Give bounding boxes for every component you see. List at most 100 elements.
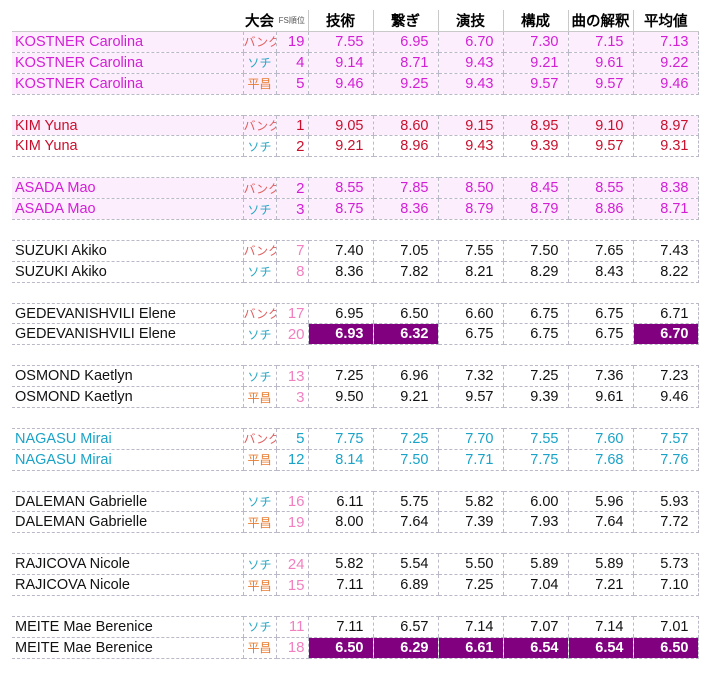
average-score: 8.71 (632, 198, 699, 221)
interpretation-score: 7.15 (567, 31, 633, 53)
competition-label: バンク (242, 302, 276, 325)
average-score: 7.01 (632, 615, 699, 638)
fs-rank: 19 (275, 511, 308, 534)
composition-score: 5.89 (502, 553, 568, 576)
average-score: 6.71 (632, 302, 699, 325)
fs-rank: 1 (275, 114, 308, 137)
skater-row: RAJICOVA Nicole ソチ 24 5.82 5.54 5.50 5.89 5.89 5… (12, 553, 699, 576)
average-score: 7.72 (632, 511, 699, 534)
performance-score: 8.21 (437, 260, 503, 283)
transitions-score: 9.25 (372, 72, 438, 95)
technique-score: 6.50 (307, 636, 373, 659)
skater-row: KOSTNER Carolina ソチ 4 9.14 8.71 9.43 9.21 9.61 9… (12, 51, 699, 74)
performance-score: 6.61 (437, 636, 503, 659)
skater-name: MEITE Mae Berenice (12, 615, 243, 638)
average-score: 7.10 (632, 574, 699, 597)
transitions-score: 6.89 (372, 574, 438, 597)
interpretation-score: 6.75 (567, 323, 633, 346)
transitions-score: 5.54 (372, 553, 438, 576)
transitions-score: 6.57 (372, 615, 438, 638)
average-score: 9.22 (632, 51, 699, 74)
interpretation-score: 7.68 (567, 448, 633, 471)
skater-name: GEDEVANISHVILI Elene (12, 302, 243, 325)
interpretation-score: 5.96 (567, 490, 633, 513)
fs-rank: 3 (275, 198, 308, 221)
transitions-score: 8.71 (372, 51, 438, 74)
transitions-score: 8.36 (372, 198, 438, 221)
composition-score: 7.50 (502, 239, 568, 262)
competition-label: 平昌 (242, 448, 276, 471)
skater-row: ASADA Mao ソチ 3 8.75 8.36 8.79 8.79 8.86 8.71 (12, 198, 699, 221)
technique-score: 6.93 (307, 323, 373, 346)
performance-score: 7.70 (437, 427, 503, 450)
interpretation-score: 7.65 (567, 239, 633, 262)
composition-score: 9.21 (502, 51, 568, 74)
skater-name: ASADA Mao (12, 177, 243, 200)
transitions-score: 7.64 (372, 511, 438, 534)
performance-score: 5.50 (437, 553, 503, 576)
average-score: 9.46 (632, 386, 699, 409)
skater-row: SUZUKI Akikoバンク77.407.057.557.507.657.43 (12, 239, 699, 262)
interpretation-score: 8.86 (567, 198, 633, 221)
interpretation-score: 9.61 (567, 51, 633, 74)
technique-score: 7.55 (307, 31, 373, 53)
performance-score: 7.71 (437, 448, 503, 471)
skater-name: MEITE Mae Berenice (12, 636, 243, 659)
composition-score: 6.00 (502, 490, 568, 513)
competition-label: 平昌 (242, 386, 276, 409)
technique-score: 5.82 (307, 553, 373, 576)
performance-score: 9.15 (437, 114, 503, 137)
performance-score: 7.55 (437, 239, 503, 262)
group-spacer (12, 532, 698, 554)
fs-rank: 2 (275, 135, 308, 158)
spacer-cell (12, 595, 698, 617)
technique-score: 6.11 (307, 490, 373, 513)
competition-label: バンク (242, 114, 276, 137)
header-name (12, 10, 243, 32)
skater-row: MEITE Mae Berenice ソチ 11 7.11 6.57 7.14 7.07 7.… (12, 615, 699, 638)
header-performance: 演技 (437, 10, 503, 32)
competition-label: ソチ (242, 365, 276, 388)
skater-name: OSMOND Kaetlyn (12, 365, 243, 388)
interpretation-score: 6.54 (567, 636, 633, 659)
average-score: 8.97 (632, 114, 699, 137)
spacer-cell (12, 344, 698, 366)
average-score: 6.70 (632, 323, 699, 346)
fs-rank: 11 (275, 615, 308, 638)
interpretation-score: 9.57 (567, 135, 633, 158)
interpretation-score: 7.14 (567, 615, 633, 638)
header-interpretation: 曲の解釈 (567, 10, 633, 32)
composition-score: 9.57 (502, 72, 568, 95)
group-spacer (12, 344, 698, 366)
fs-rank: 8 (275, 260, 308, 283)
performance-score: 5.82 (437, 490, 503, 513)
performance-score: 7.39 (437, 511, 503, 534)
fs-rank: 17 (275, 302, 308, 325)
performance-score: 9.43 (437, 135, 503, 158)
composition-score: 6.54 (502, 636, 568, 659)
performance-score: 6.70 (437, 31, 503, 53)
skater-name: NAGASU Mirai (12, 427, 243, 450)
interpretation-score: 6.75 (567, 302, 633, 325)
skater-name: KOSTNER Carolina (12, 31, 243, 53)
fs-rank: 4 (275, 51, 308, 74)
technique-score: 8.55 (307, 177, 373, 200)
header-technique: 技術 (307, 10, 373, 32)
technique-score: 7.11 (307, 615, 373, 638)
competition-label: バンク (242, 427, 276, 450)
group-spacer (12, 219, 698, 241)
transitions-score: 7.25 (372, 427, 438, 450)
skater-row: KOSTNER Carolina 平昌 5 9.46 9.25 9.43 9.57 9.57 9… (12, 72, 699, 95)
competition-label: バンク (242, 31, 276, 53)
technique-score: 7.25 (307, 365, 373, 388)
composition-score: 7.75 (502, 448, 568, 471)
spacer-cell (12, 470, 698, 492)
competition-label: ソチ (242, 553, 276, 576)
spacer-cell (12, 282, 698, 304)
header-fs-rank: FS順位 (276, 10, 308, 32)
performance-score: 9.57 (437, 386, 503, 409)
average-score: 7.13 (632, 31, 699, 53)
average-score: 6.50 (632, 636, 699, 659)
composition-score: 8.45 (502, 177, 568, 200)
transitions-score: 6.29 (372, 636, 438, 659)
